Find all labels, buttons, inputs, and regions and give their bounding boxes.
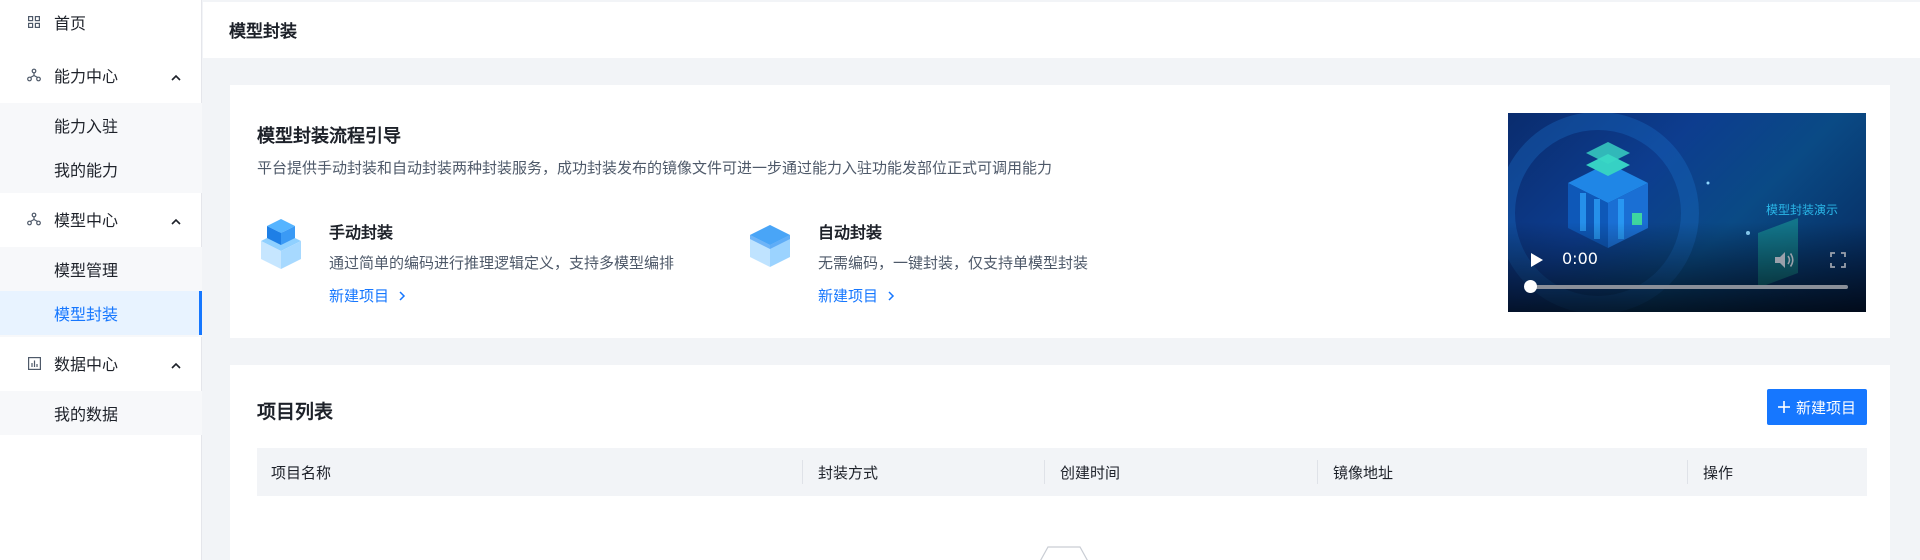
sidebar: 首页 能力中心 能力入驻 我的能力 模型中心 模型管理 模型封装 数据中心 我的… — [0, 0, 202, 560]
demo-video-player[interactable]: 模型封装演示 0:00 — [1508, 113, 1866, 312]
column-header-image-address[interactable]: 镜像地址 — [1333, 448, 1393, 496]
sidebar-group-label: 能力中心 — [54, 67, 119, 86]
sidebar-item-label: 模型封装 — [54, 305, 119, 324]
project-list-card: 项目列表 新建项目 项目名称 封装方式 创建时间 镜像地址 操作 — [230, 365, 1890, 560]
video-time: 0:00 — [1562, 249, 1598, 268]
new-project-link-manual[interactable]: 新建项目 — [329, 285, 407, 306]
sidebar-group-capability[interactable]: 能力中心 — [0, 53, 202, 97]
sidebar-group-label: 数据中心 — [54, 355, 119, 374]
guide-title: 模型封装流程引导 — [257, 126, 401, 147]
sidebar-group-data[interactable]: 数据中心 — [0, 341, 202, 385]
plus-icon — [1777, 401, 1790, 413]
sidebar-item-label: 首页 — [54, 14, 87, 33]
chevron-up-icon — [170, 213, 182, 225]
mode-auto: 自动封装 无需编码，一键封装，仅支持单模型封装 新建项目 — [746, 215, 1186, 315]
sidebar-item-model-packaging[interactable]: 模型封装 — [0, 291, 202, 335]
mode-title: 手动封装 — [329, 223, 394, 242]
sidebar-group-model[interactable]: 模型中心 — [0, 197, 202, 241]
mode-manual: 手动封装 通过简单的编码进行推理逻辑定义，支持多模型编排 新建项目 — [257, 215, 697, 315]
column-divider — [1317, 460, 1318, 484]
mode-description: 通过简单的编码进行推理逻辑定义，支持多模型编排 — [329, 254, 675, 272]
column-divider — [802, 460, 803, 484]
chart-icon — [26, 355, 42, 371]
sidebar-item-capability-onboard[interactable]: 能力入驻 — [0, 103, 202, 147]
chevron-up-icon — [170, 357, 182, 369]
video-progress-handle[interactable] — [1524, 280, 1537, 293]
empty-state-icon — [1040, 546, 1088, 560]
sidebar-submenu-data: 我的数据 — [0, 391, 202, 435]
chevron-right-icon — [888, 290, 895, 301]
column-header-name[interactable]: 项目名称 — [271, 448, 331, 496]
cube-icon — [261, 219, 301, 269]
page-header: 模型封装 — [203, 0, 1920, 58]
column-divider — [1044, 460, 1045, 484]
sidebar-item-label: 模型管理 — [54, 261, 119, 280]
table-header: 项目名称 封装方式 创建时间 镜像地址 操作 — [257, 448, 1867, 496]
video-progress-track[interactable] — [1530, 285, 1848, 289]
project-list-title: 项目列表 — [257, 401, 334, 423]
column-header-actions[interactable]: 操作 — [1703, 448, 1733, 496]
sidebar-item-label: 我的数据 — [54, 405, 119, 424]
nodes-icon — [26, 67, 42, 83]
sidebar-group-label: 模型中心 — [54, 211, 119, 230]
sidebar-item-label: 能力入驻 — [54, 117, 119, 136]
new-project-button[interactable]: 新建项目 — [1767, 389, 1867, 425]
sidebar-submenu-model: 模型管理 模型封装 — [0, 247, 202, 337]
button-label: 新建项目 — [1795, 398, 1856, 417]
link-label: 新建项目 — [818, 287, 879, 305]
fullscreen-icon[interactable] — [1830, 252, 1846, 268]
play-icon[interactable] — [1530, 252, 1544, 268]
sidebar-item-model-management[interactable]: 模型管理 — [0, 247, 202, 291]
guide-description: 平台提供手动封装和自动封装两种封装服务，成功封装发布的镜像文件可进一步通过能力入… — [257, 159, 1053, 177]
sidebar-item-label: 我的能力 — [54, 161, 119, 180]
link-label: 新建项目 — [329, 287, 390, 305]
sidebar-submenu-capability: 能力入驻 我的能力 — [0, 103, 202, 193]
mode-title: 自动封装 — [818, 223, 883, 242]
grid-icon — [26, 14, 42, 30]
cube-icon — [750, 225, 790, 267]
sidebar-item-my-data[interactable]: 我的数据 — [0, 391, 202, 435]
mode-description: 无需编码，一键封装，仅支持单模型封装 — [818, 254, 1089, 272]
new-project-link-auto[interactable]: 新建项目 — [818, 285, 896, 306]
sidebar-item-home[interactable]: 首页 — [0, 0, 202, 44]
column-header-created[interactable]: 创建时间 — [1060, 448, 1120, 496]
nodes-icon — [26, 211, 42, 227]
sidebar-item-my-capability[interactable]: 我的能力 — [0, 147, 202, 191]
chevron-up-icon — [170, 69, 182, 81]
chevron-right-icon — [399, 290, 406, 301]
page-title: 模型封装 — [229, 22, 297, 42]
volume-icon[interactable] — [1774, 251, 1796, 269]
column-header-method[interactable]: 封装方式 — [818, 448, 878, 496]
video-caption: 模型封装演示 — [1765, 203, 1838, 217]
column-divider — [1687, 460, 1688, 484]
